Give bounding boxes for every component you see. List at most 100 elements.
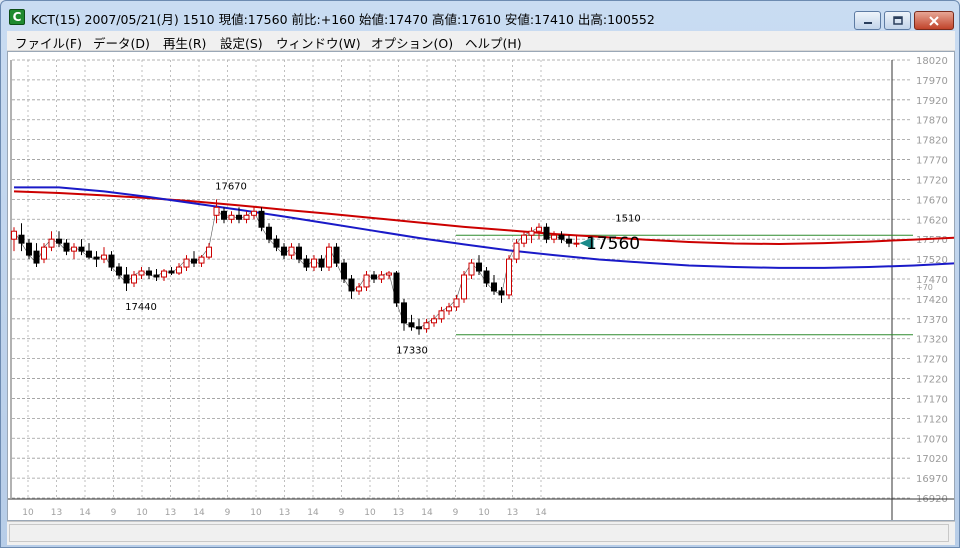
x-tick-label: 9 (453, 508, 459, 518)
candle-body (221, 210, 227, 220)
candle-body (363, 274, 370, 288)
candle-body (228, 214, 235, 220)
y-tick-label: 17970 (916, 76, 948, 87)
candle-body (266, 226, 272, 240)
candle-body (26, 242, 32, 256)
candle-body (86, 250, 92, 258)
title-bar[interactable]: C KCT(15) 2007/05/21(月) 1510 現値:17560 前比… (1, 1, 959, 31)
window-title: KCT(15) 2007/05/21(月) 1510 現値:17560 前比:+… (31, 12, 655, 27)
candle-body (408, 322, 415, 328)
candle-body (513, 242, 520, 260)
candle-body (116, 266, 122, 276)
menu-help[interactable]: ヘルプ(H) (465, 33, 522, 52)
candle-body (206, 246, 212, 258)
price-annotation: 17440 (125, 302, 157, 313)
candle-body (288, 246, 295, 256)
y-tick-label: 17220 (916, 375, 948, 386)
x-tick-label: 9 (339, 508, 345, 518)
candle-body (18, 234, 25, 244)
candle-body (281, 246, 287, 256)
chart-panel[interactable]: 18020 17970 17920 17870 17820 17770 17720 17670… (7, 51, 960, 521)
candle-body (393, 272, 400, 304)
candle-body (153, 274, 160, 278)
candle-body (543, 226, 550, 240)
candle-body (348, 278, 355, 292)
y-tick-label: 17070 (916, 434, 948, 445)
y-tick-label: 17320 (916, 335, 948, 346)
maximize-button[interactable] (884, 11, 911, 30)
price-annotation: 17670 (215, 181, 247, 192)
candle-body (521, 234, 527, 244)
candle-body (528, 230, 535, 236)
menu-file[interactable]: ファイル(F) (15, 33, 82, 52)
application-window: C KCT(15) 2007/05/21(月) 1510 現値:17560 前比… (0, 0, 960, 548)
candlestick-chart[interactable]: 18020 17970 17920 17870 17820 17770 17720 17670… (8, 52, 960, 520)
candle-body (558, 234, 565, 240)
candle-body (108, 254, 115, 268)
x-tick-label: 10 (136, 508, 148, 518)
menu-playback[interactable]: 再生(R) (163, 33, 206, 52)
x-tick-label: 13 (165, 508, 176, 518)
candle-body (191, 258, 197, 264)
candle-body (476, 262, 482, 272)
candle-body (78, 246, 85, 252)
close-button[interactable] (914, 11, 954, 30)
menu-window[interactable]: ウィンドウ(W) (276, 33, 361, 52)
x-tick-label: 14 (79, 508, 91, 518)
candle-body (183, 258, 190, 268)
candle-body (258, 210, 265, 228)
candle-body (536, 226, 542, 232)
y-tick-label: 17870 (916, 116, 948, 127)
price-annotation: 17330 (396, 346, 428, 357)
y-tick-label: 17420 (916, 295, 948, 306)
moving-average-line (13, 190, 960, 245)
x-tick-label: 14 (535, 508, 547, 518)
x-tick-label: 10 (22, 508, 34, 518)
candle-body (551, 234, 557, 240)
candle-body (341, 262, 347, 280)
candle-body (333, 246, 340, 264)
maximize-icon (885, 12, 910, 29)
candle-body (311, 258, 317, 268)
candle-body (431, 318, 437, 324)
y-tick-label: 17920 (916, 96, 948, 107)
x-tick-label: 10 (250, 508, 262, 518)
candle-body (326, 246, 332, 268)
candle-body (213, 206, 220, 216)
x-tick-label: 14 (193, 508, 205, 518)
candle-body (71, 246, 77, 252)
candle-body (56, 238, 62, 244)
status-panel (9, 524, 949, 542)
y-tick-label: 17120 (916, 414, 948, 425)
minimize-icon (855, 12, 880, 29)
menu-settings[interactable]: 設定(S) (220, 33, 263, 52)
x-tick-label: 14 (421, 508, 433, 518)
candle-body (386, 272, 392, 276)
candle-body (48, 238, 55, 248)
candle-body (296, 246, 302, 260)
candle-body (93, 256, 100, 260)
menu-options[interactable]: オプション(O) (371, 33, 453, 52)
change-label: +70 (916, 283, 933, 292)
x-tick-label: 9 (111, 508, 117, 518)
x-tick-label: 13 (279, 508, 290, 518)
candle-body (131, 274, 137, 284)
price-line (13, 206, 577, 330)
status-bar (7, 521, 955, 545)
menu-data[interactable]: データ(D) (93, 33, 150, 52)
x-tick-label: 14 (307, 508, 319, 518)
candle-body (198, 256, 205, 264)
candle-body (401, 302, 407, 324)
y-tick-label: 17670 (916, 195, 948, 206)
x-tick-label: 10 (478, 508, 490, 518)
candle-body (11, 230, 17, 240)
y-tick-label: 17020 (916, 454, 948, 465)
candle-body (356, 286, 362, 292)
candle-body (423, 322, 430, 330)
minimize-button[interactable] (854, 11, 881, 30)
candle-body (566, 238, 572, 244)
candle-body (453, 298, 460, 308)
candle-body (236, 214, 242, 220)
candle-body (438, 310, 445, 320)
candle-body (251, 210, 257, 216)
